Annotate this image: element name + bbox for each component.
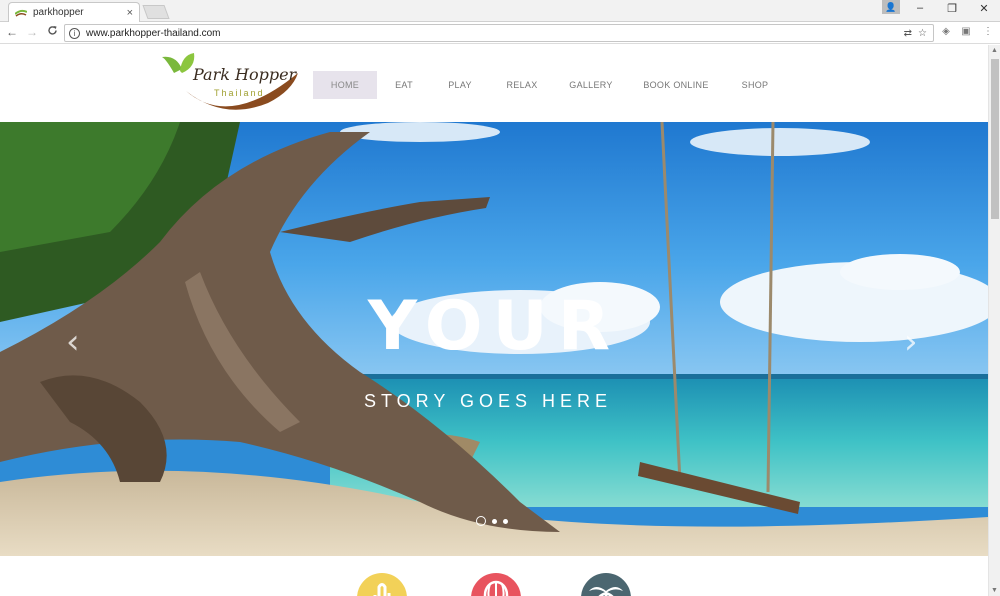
slider-dot[interactable] bbox=[476, 516, 486, 526]
browser-toolbar: ← → i www.parkhopper-thailand.com ⇄ ☆ ◈ … bbox=[0, 22, 1000, 44]
pdf-extension-icon[interactable]: ▣ bbox=[960, 26, 972, 38]
hero-subtitle: STORY GOES HERE bbox=[363, 391, 613, 411]
site-logo[interactable]: Park Hopper Thailand bbox=[160, 51, 302, 115]
info-icon[interactable]: i bbox=[69, 27, 80, 39]
nav-gallery[interactable]: GALLERY bbox=[555, 71, 627, 99]
nav-home[interactable]: HOME bbox=[313, 71, 377, 99]
slider-dots bbox=[476, 516, 508, 526]
favicon-icon bbox=[15, 9, 27, 17]
scrollbar-thumb[interactable] bbox=[991, 59, 999, 219]
hero-title: YOUR bbox=[367, 287, 621, 366]
slider-prev-arrow-icon[interactable]: ‹ bbox=[66, 322, 80, 362]
reload-icon[interactable] bbox=[44, 25, 60, 39]
forward-icon[interactable]: → bbox=[24, 25, 40, 39]
profile-icon[interactable]: 👤 bbox=[882, 0, 900, 14]
nav-relax[interactable]: RELAX bbox=[489, 71, 555, 99]
page-scrollbar[interactable]: ▲ ▼ bbox=[988, 45, 1000, 596]
main-nav: HOME EAT PLAY RELAX GALLERY BOOK ONLINE … bbox=[313, 71, 785, 99]
site-header: Park Hopper Thailand HOME EAT PLAY RELAX… bbox=[0, 45, 988, 122]
tab-title: parkhopper bbox=[33, 7, 84, 18]
slider-next-arrow-icon[interactable]: › bbox=[904, 322, 918, 362]
back-icon[interactable]: ← bbox=[4, 25, 20, 39]
browser-tab[interactable]: parkhopper × bbox=[8, 2, 140, 22]
slider-dot[interactable] bbox=[492, 518, 497, 524]
web-page: Park Hopper Thailand HOME EAT PLAY RELAX… bbox=[0, 45, 988, 596]
address-bar[interactable]: i www.parkhopper-thailand.com ⇄ ☆ bbox=[64, 24, 934, 42]
new-tab-button[interactable] bbox=[142, 5, 170, 19]
translate-icon[interactable]: ⇄ bbox=[904, 28, 912, 39]
close-window-icon[interactable]: ✕ bbox=[977, 2, 991, 15]
menu-icon[interactable]: ⋮ bbox=[982, 26, 994, 38]
nav-book-online[interactable]: BOOK ONLINE bbox=[627, 71, 725, 99]
slider-dot[interactable] bbox=[503, 518, 508, 524]
palm-tree-icon[interactable] bbox=[581, 573, 631, 596]
nav-shop[interactable]: SHOP bbox=[725, 71, 785, 99]
hero-slider: YOUR STORY GOES HERE ‹ › bbox=[0, 122, 988, 556]
logo-subtitle: Thailand bbox=[214, 88, 265, 98]
nav-play[interactable]: PLAY bbox=[431, 71, 489, 99]
extension-icon[interactable]: ◈ bbox=[940, 26, 952, 38]
minimize-icon[interactable]: – bbox=[913, 2, 927, 14]
scroll-up-icon[interactable]: ▲ bbox=[991, 47, 998, 54]
nav-eat[interactable]: EAT bbox=[377, 71, 431, 99]
restore-icon[interactable]: ❐ bbox=[945, 2, 959, 15]
hot-air-balloon-icon[interactable] bbox=[471, 573, 521, 596]
cactus-icon[interactable] bbox=[357, 573, 407, 596]
tab-close-icon[interactable]: × bbox=[127, 7, 133, 19]
url-text[interactable]: www.parkhopper-thailand.com bbox=[86, 28, 904, 39]
browser-titlebar: parkhopper × 👤 – ❐ ✕ bbox=[0, 0, 1000, 22]
logo-title: Park Hopper bbox=[193, 65, 297, 84]
feature-icons bbox=[0, 573, 988, 596]
scroll-down-icon[interactable]: ▼ bbox=[991, 587, 998, 594]
bookmark-star-icon[interactable]: ☆ bbox=[918, 28, 927, 39]
